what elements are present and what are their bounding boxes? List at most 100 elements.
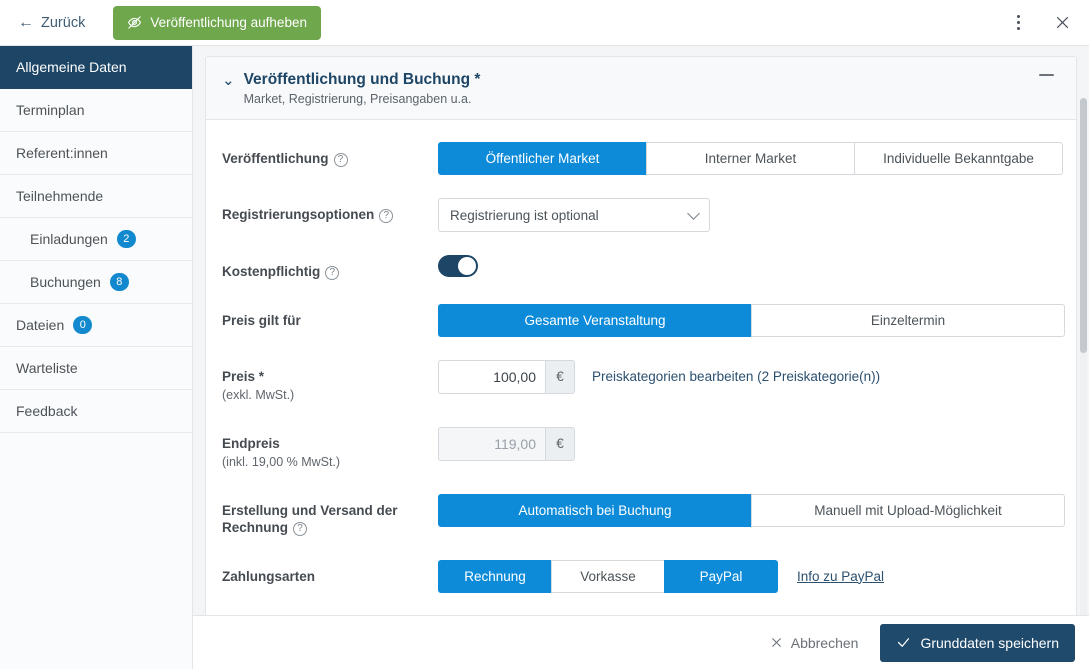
- payment-method-vorkasse[interactable]: Vorkasse: [551, 560, 665, 593]
- main-scrollbar[interactable]: [1080, 98, 1087, 658]
- sidebar-item-label: Allgemeine Daten: [16, 59, 127, 75]
- arrow-left-icon: ←: [18, 15, 34, 31]
- final-price-label: Endpreis (inkl. 19,00 % MwSt.): [222, 427, 438, 471]
- price-applies-option-einzeltermin[interactable]: Einzeltermin: [751, 304, 1065, 337]
- paypal-info-link[interactable]: Info zu PayPal: [797, 569, 884, 584]
- paid-label: Kostenpflichtig?: [222, 255, 438, 281]
- publication-option-individuelle-bekanntgabe[interactable]: Individuelle Bekanntgabe: [854, 142, 1063, 175]
- more-vertical-icon[interactable]: [1005, 10, 1031, 36]
- help-circle-icon[interactable]: ?: [334, 153, 348, 167]
- sidebar-item-label: Einladungen: [30, 231, 108, 247]
- sidebar-item-dateien[interactable]: Dateien 0: [0, 304, 192, 347]
- payment-method-paypal[interactable]: PayPal: [664, 560, 778, 593]
- final-price-sublabel: (inkl. 19,00 % MwSt.): [222, 454, 438, 470]
- help-circle-icon[interactable]: ?: [325, 266, 339, 280]
- card-header: ⌄ Veröffentlichung und Buchung * Market,…: [206, 57, 1076, 120]
- help-circle-icon[interactable]: ?: [379, 209, 393, 223]
- help-circle-icon[interactable]: ?: [293, 522, 307, 536]
- sidebar-badge-dateien: 0: [73, 316, 92, 334]
- paid-label-text: Kostenpflichtig: [222, 264, 320, 279]
- sidebar-item-warteliste[interactable]: Warteliste: [0, 347, 192, 390]
- publication-option-oeffentlicher-market[interactable]: Öffentlicher Market: [438, 142, 647, 175]
- field-row-publication: Veröffentlichung? Öffentlicher Market In…: [222, 142, 1058, 175]
- final-price-input: [438, 427, 545, 461]
- sidebar: Allgemeine Daten Terminplan Referent:inn…: [0, 46, 193, 669]
- registration-select[interactable]: Registrierung ist optional: [438, 198, 710, 232]
- close-icon[interactable]: [1049, 10, 1075, 36]
- invoice-option-manuell[interactable]: Manuell mit Upload-Möglichkeit: [751, 494, 1065, 527]
- sidebar-item-feedback[interactable]: Feedback: [0, 390, 192, 433]
- final-price-input-group: €: [438, 427, 575, 461]
- field-row-payment-methods: Zahlungsarten Rechnung Vorkasse PayPal I…: [222, 560, 1058, 593]
- close-icon: [770, 636, 783, 649]
- sidebar-filler: [0, 433, 192, 669]
- sidebar-item-label: Warteliste: [16, 360, 78, 376]
- price-applies-option-gesamte-veranstaltung[interactable]: Gesamte Veranstaltung: [438, 304, 752, 337]
- sidebar-item-referentinnen[interactable]: Referent:innen: [0, 132, 192, 175]
- price-label: Preis * (exkl. MwSt.): [222, 360, 438, 404]
- field-row-final-price: Endpreis (inkl. 19,00 % MwSt.) €: [222, 427, 1058, 471]
- sidebar-item-label: Buchungen: [30, 274, 101, 290]
- registration-select-value: Registrierung ist optional: [450, 208, 599, 223]
- back-button[interactable]: ← Zurück: [12, 11, 91, 35]
- check-icon: [896, 635, 911, 650]
- sidebar-badge-einladungen: 2: [117, 230, 136, 248]
- field-row-paid: Kostenpflichtig?: [222, 255, 1058, 281]
- payment-methods-label-text: Zahlungsarten: [222, 569, 315, 584]
- action-footer: Abbrechen Grunddaten speichern: [193, 615, 1089, 669]
- cancel-button[interactable]: Abbrechen: [762, 629, 867, 657]
- publication-segmented-control: Öffentlicher Market Interner Market Indi…: [438, 142, 1063, 175]
- unpublish-button[interactable]: Veröffentlichung aufheben: [113, 6, 321, 40]
- field-row-invoice: Erstellung und Versand der Rechnung? Aut…: [222, 494, 1058, 537]
- card-body: Veröffentlichung? Öffentlicher Market In…: [206, 120, 1076, 669]
- field-row-price: Preis * (exkl. MwSt.) € Preiskategorien …: [222, 360, 1058, 404]
- toggle-knob: [458, 257, 476, 275]
- sidebar-item-label: Terminplan: [16, 102, 84, 118]
- invoice-option-automatisch[interactable]: Automatisch bei Buchung: [438, 494, 752, 527]
- final-price-label-text: Endpreis: [222, 436, 280, 451]
- page-title: Veröffentlichung und Buchung *: [244, 70, 481, 89]
- sidebar-item-allgemeine-daten[interactable]: Allgemeine Daten: [0, 46, 192, 89]
- price-currency-suffix: €: [545, 360, 575, 394]
- topbar-actions: [1005, 10, 1075, 36]
- price-input-group: €: [438, 360, 575, 394]
- price-label-text: Preis *: [222, 369, 264, 384]
- card-subtitle: Market, Registrierung, Preisangaben u.a.: [244, 92, 481, 106]
- invoice-segmented-control: Automatisch bei Buchung Manuell mit Uplo…: [438, 494, 1065, 527]
- app-window: ← Zurück Veröffentlichung aufheben: [0, 0, 1089, 669]
- paid-toggle[interactable]: [438, 255, 478, 277]
- publication-card: ⌄ Veröffentlichung und Buchung * Market,…: [205, 56, 1077, 669]
- invoice-label: Erstellung und Versand der Rechnung?: [222, 494, 438, 537]
- publication-option-interner-market[interactable]: Interner Market: [646, 142, 855, 175]
- sidebar-item-label: Dateien: [16, 317, 64, 333]
- unpublish-button-label: Veröffentlichung aufheben: [150, 15, 307, 30]
- top-toolbar: ← Zurück Veröffentlichung aufheben: [0, 0, 1089, 46]
- scrollbar-thumb[interactable]: [1080, 98, 1087, 353]
- price-applies-label: Preis gilt für: [222, 304, 438, 330]
- back-button-label: Zurück: [41, 15, 85, 31]
- price-applies-segmented-control: Gesamte Veranstaltung Einzeltermin: [438, 304, 1065, 337]
- sidebar-item-teilnehmende[interactable]: Teilnehmende: [0, 175, 192, 218]
- sidebar-item-einladungen[interactable]: Einladungen 2: [0, 218, 192, 261]
- price-applies-label-text: Preis gilt für: [222, 313, 301, 328]
- main-panel: ⌄ Veröffentlichung und Buchung * Market,…: [193, 46, 1089, 669]
- chevron-down-icon[interactable]: ⌄: [222, 73, 235, 88]
- minus-icon[interactable]: [1035, 70, 1058, 80]
- price-input[interactable]: [438, 360, 545, 394]
- registration-label: Registrierungsoptionen?: [222, 198, 438, 224]
- price-categories-link[interactable]: Preiskategorien bearbeiten (2 Preiskateg…: [592, 369, 880, 384]
- field-row-price-applies: Preis gilt für Gesamte Veranstaltung Ein…: [222, 304, 1058, 337]
- sidebar-item-terminplan[interactable]: Terminplan: [0, 89, 192, 132]
- save-button[interactable]: Grunddaten speichern: [880, 624, 1075, 662]
- content-area: Allgemeine Daten Terminplan Referent:inn…: [0, 46, 1089, 669]
- publication-label-text: Veröffentlichung: [222, 151, 329, 166]
- sidebar-badge-buchungen: 8: [110, 273, 129, 291]
- sidebar-item-label: Feedback: [16, 403, 77, 419]
- sidebar-item-buchungen[interactable]: Buchungen 8: [0, 261, 192, 304]
- payment-methods-label: Zahlungsarten: [222, 560, 438, 586]
- sidebar-item-label: Teilnehmende: [16, 188, 103, 204]
- payment-method-rechnung[interactable]: Rechnung: [438, 560, 552, 593]
- registration-label-text: Registrierungsoptionen: [222, 207, 374, 222]
- chevron-down-icon: [687, 208, 700, 221]
- publication-label: Veröffentlichung?: [222, 142, 438, 168]
